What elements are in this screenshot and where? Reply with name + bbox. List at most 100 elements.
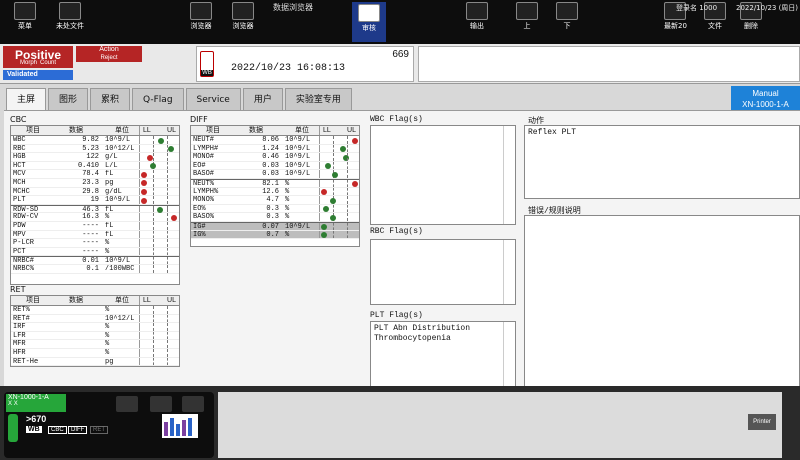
tab-cumulative[interactable]: 累积 bbox=[90, 88, 131, 110]
parameter-name: RET-He bbox=[13, 357, 39, 366]
table-row[interactable]: HFR% bbox=[11, 348, 179, 358]
parameter-value: 46.3 bbox=[82, 205, 99, 214]
table-row[interactable]: RDW-SD 46.3 fL bbox=[11, 204, 179, 214]
table-row[interactable]: EO% 0.3% bbox=[191, 204, 359, 214]
parameter-name: IG% bbox=[193, 230, 206, 239]
table-row[interactable]: PDW ---- fL bbox=[11, 221, 179, 231]
export-button[interactable]: 输出 bbox=[466, 2, 488, 31]
table-row[interactable]: NRBC% 0.1/100WBC bbox=[11, 264, 179, 274]
table-row[interactable]: P-LCR ----% bbox=[11, 239, 179, 248]
table-row[interactable]: BASO# 0.03 10^9/L bbox=[191, 170, 359, 179]
tab-user[interactable]: 用户 bbox=[242, 88, 283, 110]
column-header: LL bbox=[323, 127, 331, 134]
table-row[interactable]: BASO% 0.3% bbox=[191, 213, 359, 222]
limit-gauge bbox=[139, 161, 179, 170]
limit-dot bbox=[339, 146, 346, 153]
printer-button[interactable]: Printer bbox=[748, 414, 776, 430]
up-button[interactable]: 上 bbox=[516, 2, 538, 31]
limit-dot bbox=[140, 180, 147, 187]
tab-qflag[interactable]: Q-Flag bbox=[132, 88, 184, 110]
cbc-table: 项目 数据 单位 LL UL WBC 9.82 10^9/L RBC 5.23 10^12/L HGB… bbox=[10, 125, 180, 285]
table-row[interactable]: IRF% bbox=[11, 323, 179, 332]
limit-dot bbox=[149, 163, 156, 170]
limit-dot bbox=[324, 163, 331, 170]
table-row[interactable]: RET%% bbox=[11, 306, 179, 315]
table-row[interactable]: RET# 10^12/L bbox=[11, 314, 179, 324]
parameter-unit: pg bbox=[105, 178, 114, 187]
table-row[interactable]: MCH 23.3 pg bbox=[11, 178, 179, 188]
limit-gauge bbox=[139, 153, 179, 161]
arrow-up-icon bbox=[516, 2, 538, 20]
tube-holder-icon[interactable] bbox=[116, 396, 138, 412]
table-row[interactable]: LFR% bbox=[11, 331, 179, 341]
parameter-unit: fL bbox=[105, 205, 114, 213]
parameter-unit: % bbox=[285, 213, 290, 221]
parameter-name: P-LCR bbox=[13, 239, 35, 247]
table-row[interactable]: EO# 0.03 10^9/L bbox=[191, 161, 359, 171]
device-icon[interactable] bbox=[182, 396, 204, 412]
parameter-name: MONO% bbox=[193, 196, 215, 204]
analyzer-name-badge[interactable]: XN-1000-1-A X X bbox=[6, 394, 66, 412]
speaker-icon[interactable] bbox=[150, 396, 172, 412]
limit-gauge bbox=[139, 136, 179, 144]
window-title: 数据浏览器 bbox=[273, 3, 313, 12]
table-row[interactable]: RET-He pg bbox=[11, 357, 179, 367]
table-row[interactable]: MONO% 4.7% bbox=[191, 196, 359, 205]
table-row[interactable]: MONO# 0.46 10^9/L bbox=[191, 153, 359, 162]
rbc-flag-box bbox=[370, 239, 516, 305]
parameter-name: HFR bbox=[13, 348, 26, 357]
scrollbar[interactable] bbox=[503, 126, 515, 224]
table-row[interactable]: HGB 122 g/L bbox=[11, 153, 179, 162]
parameter-unit: % bbox=[285, 187, 290, 196]
mode-wb: WB bbox=[26, 426, 42, 433]
table-row[interactable]: MFR% bbox=[11, 340, 179, 349]
table-row[interactable]: NEUT# 8.06 10^9/L bbox=[191, 136, 359, 145]
parameter-unit: 10^9/L bbox=[285, 136, 311, 144]
tab-main[interactable]: 主屏 bbox=[6, 88, 47, 110]
parameter-name: MCH bbox=[13, 178, 26, 187]
table-header: 项目 数据 单位 LL UL bbox=[11, 126, 179, 136]
unsaved-files-button[interactable]: 未处文件 bbox=[56, 2, 84, 31]
plt-flag-title: PLT Flag(s) bbox=[370, 311, 423, 320]
table-row[interactable]: IG# 0.07 10^9/L bbox=[191, 221, 359, 231]
table-row[interactable]: LYMPH# 1.24 10^9/L bbox=[191, 144, 359, 154]
limit-dot bbox=[168, 146, 175, 153]
parameter-name: MCHC bbox=[13, 187, 30, 196]
table-row[interactable]: HCT 0.410 L/L bbox=[11, 161, 179, 171]
scrollbar[interactable] bbox=[503, 240, 515, 304]
explorer-button[interactable]: 浏览器 bbox=[232, 2, 254, 31]
parameter-name: LYMPH% bbox=[193, 187, 219, 196]
menu-button[interactable]: 菜单 bbox=[14, 2, 36, 31]
table-row[interactable]: RBC 5.23 10^12/L bbox=[11, 144, 179, 154]
table-row[interactable]: MCHC 29.8 g/dL bbox=[11, 187, 179, 197]
parameter-name: MFR bbox=[13, 340, 26, 348]
tab-lab[interactable]: 实验室专用 bbox=[284, 88, 352, 110]
scrollbar[interactable] bbox=[503, 322, 515, 386]
table-row[interactable]: PCT ----% bbox=[11, 247, 179, 257]
table-row[interactable]: LYMPH% 12.6% bbox=[191, 187, 359, 197]
table-row[interactable]: MPV ---- fL bbox=[11, 230, 179, 240]
table-row[interactable]: MCV 78.4 fL bbox=[11, 170, 179, 179]
sample-datetime: 2022/10/23 16:08:13 bbox=[231, 63, 346, 74]
review-button[interactable]: 审核 bbox=[352, 2, 386, 42]
table-row[interactable]: PLT 19 10^9/L bbox=[11, 196, 179, 205]
table-row[interactable]: RDW-CV 16.3% bbox=[11, 213, 179, 222]
manual-mode-badge[interactable]: Manual XN-1000-1-A bbox=[731, 86, 800, 112]
table-row[interactable]: NEUT% 82.1% bbox=[191, 178, 359, 188]
limit-dot bbox=[323, 206, 330, 213]
browser-button[interactable]: 浏览器 bbox=[190, 2, 212, 31]
parameter-unit: fL bbox=[105, 230, 114, 239]
table-row[interactable]: NRBC# 0.01 10^9/L bbox=[11, 256, 179, 265]
column-header: UL bbox=[167, 127, 176, 134]
system-datetime: 2022/10/23 (周日) bbox=[736, 4, 799, 12]
table-header: 项目 数据 单位 LL UL bbox=[11, 296, 179, 306]
table-row[interactable]: WBC 9.82 10^9/L bbox=[11, 136, 179, 145]
tab-service[interactable]: Service bbox=[185, 88, 241, 110]
column-header: 数据 bbox=[69, 127, 83, 134]
plt-flag-line-2: Thrombocytopenia bbox=[374, 334, 451, 343]
down-button[interactable]: 下 bbox=[556, 2, 578, 31]
parameter-name: WBC bbox=[13, 136, 26, 144]
reagent-level-icon[interactable] bbox=[162, 414, 198, 438]
table-row[interactable]: IG% 0.7% bbox=[191, 230, 359, 240]
tab-graph[interactable]: 图形 bbox=[48, 88, 89, 110]
